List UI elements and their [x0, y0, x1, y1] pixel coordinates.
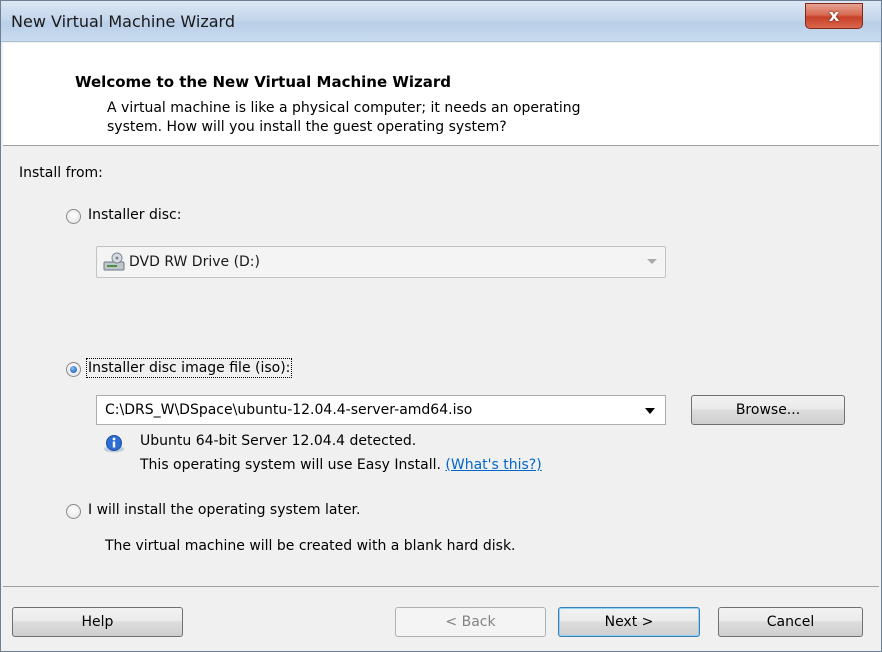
cancel-button[interactable]: Cancel	[718, 607, 863, 637]
page-title: Welcome to the New Virtual Machine Wizar…	[75, 73, 452, 91]
chevron-down-icon	[647, 259, 657, 264]
easy-install-note: This operating system will use Easy Inst…	[140, 457, 542, 473]
next-button[interactable]: Next >	[558, 607, 700, 637]
wizard-header: Welcome to the New Virtual Machine Wizar…	[3, 43, 879, 146]
disc-drive-select[interactable]: DVD RW Drive (D:)	[96, 246, 666, 278]
browse-button[interactable]: Browse...	[691, 395, 845, 425]
wizard-window: New Virtual Machine Wizard x Welcome to …	[0, 0, 882, 652]
detected-os-text: Ubuntu 64-bit Server 12.04.4 detected.	[140, 433, 417, 449]
install-later-radio[interactable]	[66, 504, 81, 519]
install-from-label: Install from:	[19, 165, 103, 181]
footer-divider	[3, 586, 879, 587]
page-description: A virtual machine is like a physical com…	[107, 99, 787, 137]
info-icon	[104, 435, 124, 453]
chevron-down-icon	[645, 408, 655, 414]
close-button[interactable]: x	[805, 3, 863, 29]
window-title: New Virtual Machine Wizard	[11, 12, 235, 31]
installer-disc-label[interactable]: Installer disc:	[88, 207, 181, 223]
iso-path-combobox[interactable]: C:\DRS_W\DSpace\ubuntu-12.04.4-server-am…	[96, 395, 666, 425]
installer-disc-radio[interactable]	[66, 209, 81, 224]
back-button[interactable]: < Back	[395, 607, 546, 637]
dvd-drive-icon	[103, 252, 125, 271]
help-button[interactable]: Help	[12, 607, 183, 637]
iso-image-label[interactable]: Installer disc image file (iso):	[85, 358, 293, 378]
description-line-2: system. How will you install the guest o…	[107, 119, 507, 135]
close-icon: x	[828, 6, 840, 25]
description-line-1: A virtual machine is like a physical com…	[107, 100, 581, 116]
whats-this-link[interactable]: (What's this?)	[445, 457, 541, 473]
title-bar[interactable]: New Virtual Machine Wizard x	[1, 1, 881, 42]
disc-drive-value: DVD RW Drive (D:)	[129, 254, 260, 270]
iso-path-value: C:\DRS_W\DSpace\ubuntu-12.04.4-server-am…	[105, 402, 473, 418]
blank-disk-note: The virtual machine will be created with…	[105, 538, 516, 554]
install-later-label[interactable]: I will install the operating system late…	[88, 502, 360, 518]
iso-image-radio[interactable]	[66, 362, 81, 377]
easy-install-text: This operating system will use Easy Inst…	[140, 457, 441, 473]
